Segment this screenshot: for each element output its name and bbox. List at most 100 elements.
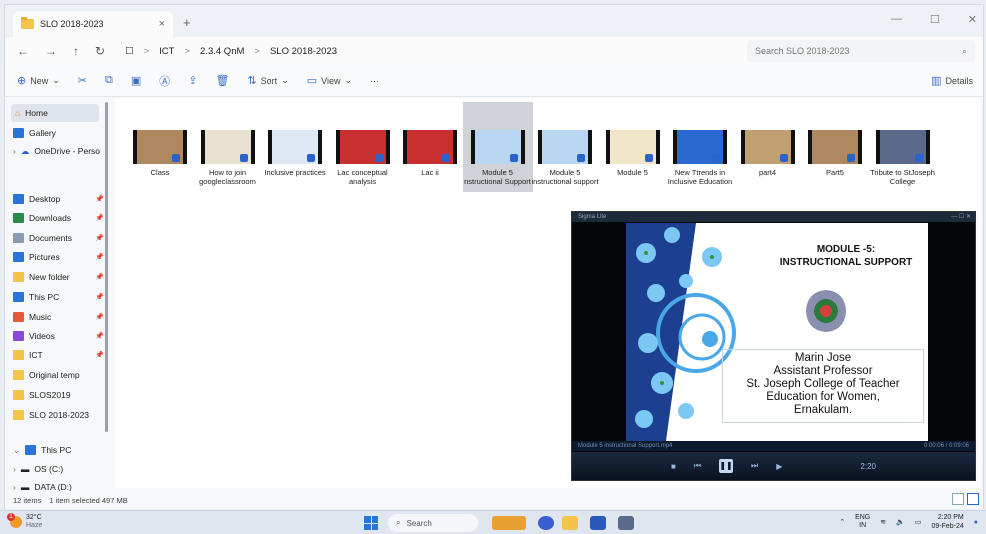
step-icon[interactable]: ▶: [776, 462, 782, 471]
sidebar-item-music[interactable]: Music 📌: [13, 308, 104, 326]
sort-button[interactable]: ⇅ Sort ⌄: [247, 74, 288, 87]
crumb-slo[interactable]: SLO 2018-2023: [270, 46, 337, 57]
chat-icon[interactable]: [538, 516, 554, 530]
explorer-tab[interactable]: SLO 2018-2023 ×: [13, 11, 173, 37]
paste-icon[interactable]: ▣: [131, 74, 141, 87]
video-thumbnail: [403, 130, 457, 164]
file-explorer-icon[interactable]: [562, 516, 578, 530]
file-item[interactable]: How to join googleclassroom: [193, 102, 263, 192]
previous-icon[interactable]: ⏮: [694, 461, 701, 471]
file-item[interactable]: Inclusive practices: [260, 102, 330, 192]
nav-onedrive[interactable]: › ☁ OneDrive - Perso: [13, 142, 100, 160]
crumb-ict[interactable]: ICT: [159, 46, 174, 57]
sort-icon: ⇅: [247, 75, 257, 87]
wifi-icon[interactable]: ≋: [880, 518, 886, 526]
nav-scrollbar[interactable]: [105, 102, 108, 432]
app-icon-game[interactable]: [492, 516, 526, 530]
sidebar-item-this-pc[interactable]: This PC 📌: [13, 288, 104, 306]
clock[interactable]: 2:20 PM 09-Feb-24: [931, 513, 963, 531]
close-button[interactable]: ✕: [968, 13, 977, 26]
file-item[interactable]: part4: [733, 102, 803, 192]
folder-icon: [13, 213, 24, 223]
sidebar-item-ict[interactable]: ICT 📌: [13, 346, 104, 364]
new-tab-button[interactable]: +: [183, 15, 191, 30]
share-icon[interactable]: ⇪: [188, 74, 197, 87]
file-item[interactable]: Class: [125, 102, 195, 192]
view-button[interactable]: ▭ View ⌄: [307, 74, 352, 87]
college-seal: [806, 289, 846, 333]
delete-icon[interactable]: 🗑: [215, 74, 229, 87]
file-name: part4: [758, 168, 777, 177]
chevron-down-icon: ⌄: [13, 444, 21, 455]
file-item[interactable]: Lac conceptual analysis: [328, 102, 398, 192]
sidebar-item-pictures[interactable]: Pictures 📌: [13, 248, 104, 266]
chevron-down-icon: ⌄: [344, 75, 353, 85]
volume-icon[interactable]: 🔈: [896, 518, 905, 526]
chevron-up-icon[interactable]: ⌃: [839, 518, 845, 526]
nav-drive-c[interactable]: › ▬ OS (C:): [13, 460, 63, 478]
more-options-button[interactable]: ···: [370, 76, 379, 86]
file-item[interactable]: New Ttrends in Inclusive Education: [665, 102, 735, 192]
tab-close-button[interactable]: ×: [159, 18, 165, 30]
copy-icon[interactable]: ⧉: [105, 74, 113, 87]
details-button[interactable]: ▥ Details: [931, 74, 973, 87]
language-indicator[interactable]: ENG IN: [855, 514, 870, 530]
word-icon[interactable]: [590, 516, 606, 530]
tiles-view-button[interactable]: [967, 493, 979, 505]
minimize-button[interactable]: —: [891, 13, 902, 26]
file-item[interactable]: Part5: [800, 102, 870, 192]
list-view-button[interactable]: [952, 493, 964, 505]
sidebar-item-documents[interactable]: Documents 📌: [13, 229, 104, 247]
media-player-icon[interactable]: [618, 516, 634, 530]
rename-icon[interactable]: Ⓐ: [159, 73, 170, 89]
home-icon: ⌂: [15, 108, 21, 118]
pause-button[interactable]: ❚❚: [719, 459, 734, 473]
file-name: Module 5 nstructional Support: [464, 168, 531, 186]
taskbar-search[interactable]: ⌕ Search: [388, 514, 478, 532]
file-item[interactable]: Tribute to StJoseph College: [868, 102, 938, 192]
up-button[interactable]: ↑: [73, 44, 79, 58]
sidebar-item-slos2019[interactable]: SLOS2019: [13, 386, 71, 404]
sidebar-item-videos[interactable]: Videos 📌: [13, 327, 104, 345]
sidebar-item-new-folder[interactable]: New folder 📌: [13, 268, 104, 286]
sidebar-item-original-temp[interactable]: Original temp: [13, 366, 80, 384]
back-button[interactable]: ←: [17, 44, 29, 58]
sidebar-item-downloads[interactable]: Downloads 📌: [13, 209, 104, 227]
cut-icon[interactable]: ✂: [78, 74, 87, 87]
player-controls: ■ ⏮ ❚❚ ⏭ ▶ 2:20: [572, 452, 975, 480]
weather-widget[interactable]: 32°C Haze: [7, 513, 42, 530]
pin-icon: 📌: [95, 196, 104, 203]
notification-icon[interactable]: ●: [974, 519, 978, 526]
search-input[interactable]: Search SLO 2018-2023 ⌕: [747, 40, 975, 62]
crumb-qnm[interactable]: 2.3.4 QnM: [200, 46, 244, 57]
file-item[interactable]: Module 5 instructional support: [530, 102, 600, 192]
forward-button[interactable]: →: [45, 44, 57, 58]
chevron-down-icon: ⌄: [52, 75, 60, 85]
file-name: New Ttrends in Inclusive Education: [667, 168, 733, 186]
command-bar: ⊕ New ⌄ ✂ ⧉ ▣ Ⓐ ⇪ 🗑 ⇅ Sort ⌄ ▭ View ⌄ ··…: [5, 65, 983, 97]
next-icon[interactable]: ⏭: [751, 461, 758, 471]
stop-icon[interactable]: ■: [671, 462, 676, 471]
refresh-button[interactable]: ↻: [95, 44, 105, 58]
video-badge-icon: [847, 154, 855, 162]
volume-readout[interactable]: 2:20: [860, 462, 876, 471]
file-item[interactable]: Module 5: [598, 102, 668, 192]
nav-gallery[interactable]: Gallery: [13, 124, 56, 142]
new-button[interactable]: ⊕ New ⌄: [17, 74, 60, 87]
nav-this-pc[interactable]: ⌄ This PC: [13, 441, 71, 459]
video-player-window[interactable]: Sigma Lite — ☐ ✕ MODULE -5: INSTRUCTIONA…: [571, 211, 976, 481]
file-item[interactable]: Lac ii: [395, 102, 465, 192]
nav-home[interactable]: ⌂ Home: [11, 104, 99, 122]
file-item[interactable]: Module 5 nstructional Support: [462, 102, 533, 192]
sidebar-item-slo-2018-2023[interactable]: SLO 2018-2023: [13, 406, 89, 424]
file-name: Class: [150, 168, 170, 177]
battery-icon[interactable]: ▭: [915, 518, 922, 526]
folder-icon: [13, 312, 24, 322]
player-window-controls[interactable]: — ☐ ✕: [951, 212, 971, 222]
breadcrumb[interactable]: ☐ > ICT > 2.3.4 QnM > SLO 2018-2023: [125, 46, 337, 57]
maximize-button[interactable]: ☐: [930, 13, 940, 26]
start-button[interactable]: [364, 516, 378, 530]
sidebar-item-desktop[interactable]: Desktop 📌: [13, 190, 104, 208]
chevron-down-icon: ⌄: [281, 75, 289, 85]
taskbar: 32°C Haze ⌕ Search ⌃ ENG IN ≋ 🔈 ▭ 2:20 P…: [0, 510, 986, 534]
